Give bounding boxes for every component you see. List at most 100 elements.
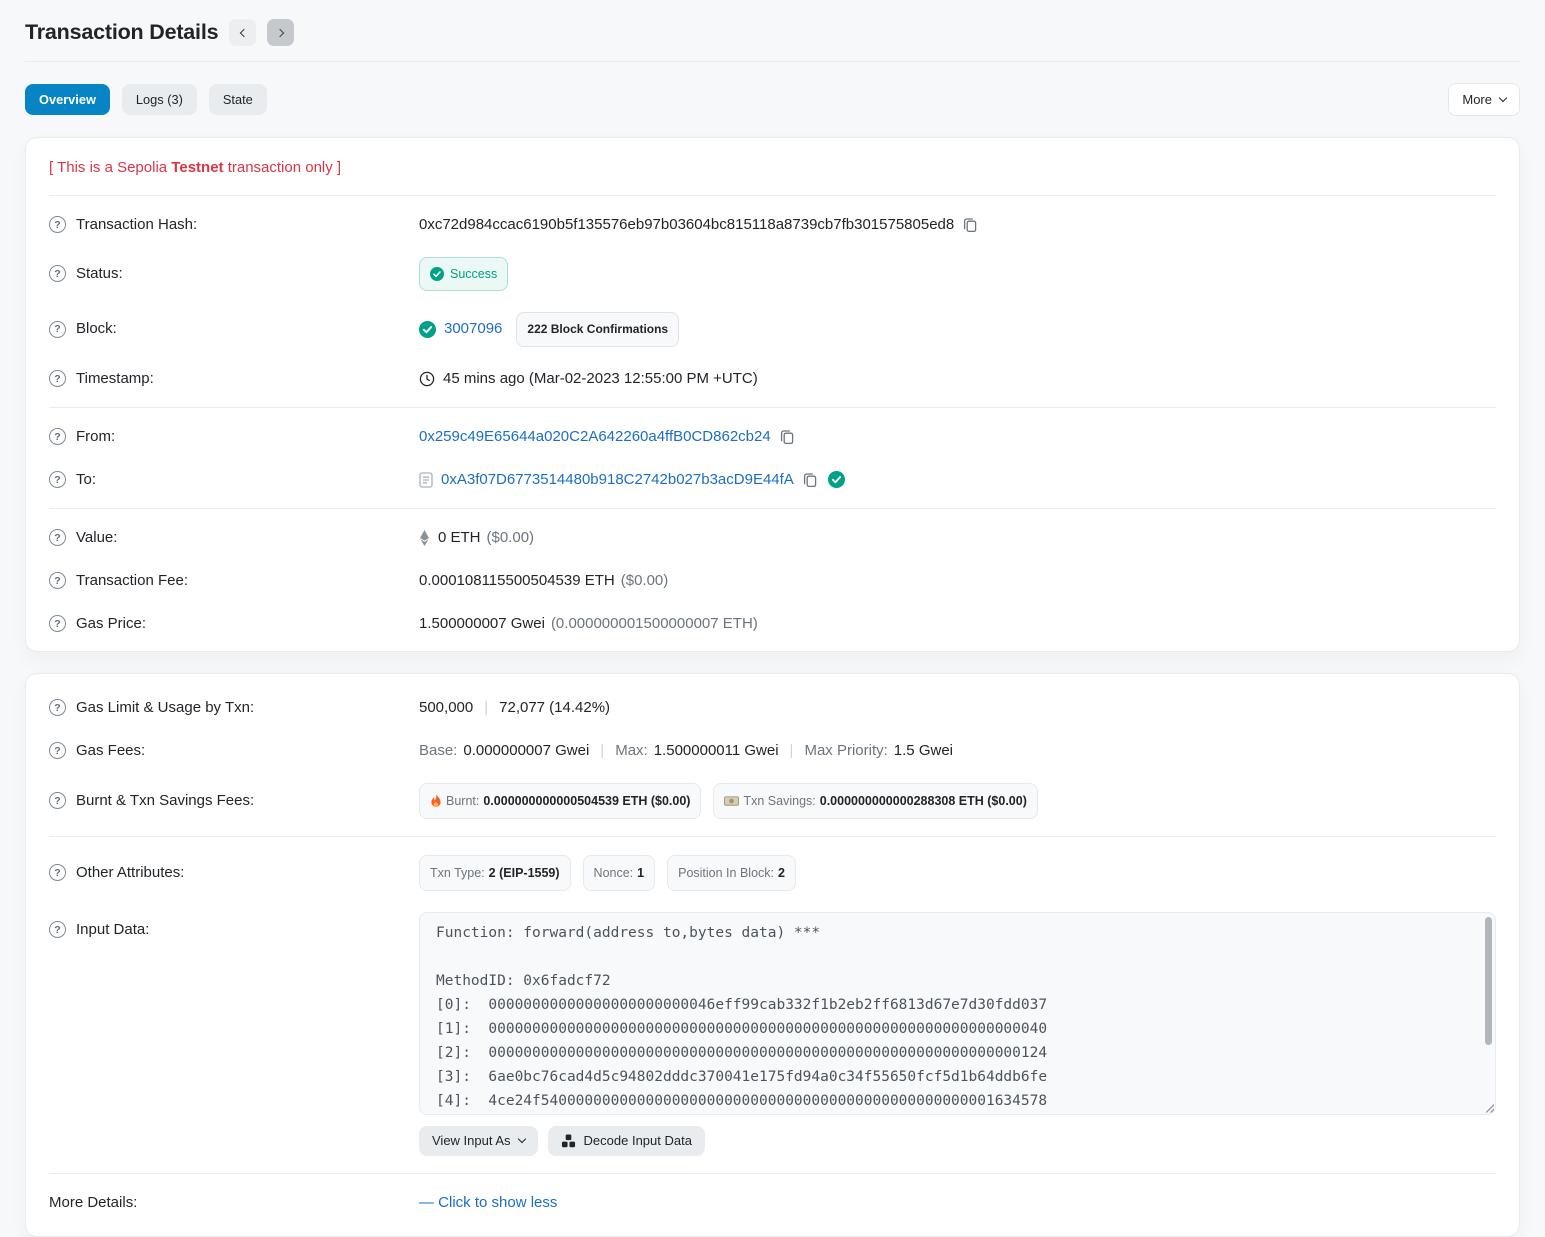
to-row: ? To: 0xA3f07D6773514480b918C2742b027b3a… <box>49 458 1496 501</box>
help-icon[interactable]: ? <box>49 265 66 282</box>
burnt-label: Burnt: <box>446 790 479 812</box>
value-row: ? Value: 0 ETH ($0.00) <box>49 516 1496 559</box>
divider <box>49 836 1496 837</box>
value-usd: ($0.00) <box>487 527 535 549</box>
view-input-as-label: View Input As <box>432 1133 511 1148</box>
gas-price-row: ? Gas Price: 1.500000007 Gwei (0.0000000… <box>49 602 1496 645</box>
show-less-link[interactable]: — Click to show less <box>419 1192 557 1214</box>
from-address-link[interactable]: 0x259c49E65644a020C2A642260a4ffB0CD862cb… <box>419 426 771 448</box>
input-data-content: Function: forward(address to,bytes data)… <box>420 913 1495 1115</box>
base-fee-value: 0.000000007 Gwei <box>463 740 589 762</box>
position-in-block-badge: Position In Block: 2 <box>667 855 796 891</box>
position-in-block-value: 2 <box>778 862 785 884</box>
copy-icon <box>802 472 818 488</box>
block-label: Block: <box>76 318 117 340</box>
block-row: ? Block: 3007096 222 Block Confirmations <box>49 301 1496 357</box>
tab-state[interactable]: State <box>209 84 267 115</box>
to-address-link[interactable]: 0xA3f07D6773514480b918C2742b027b3acD9E44… <box>441 469 794 491</box>
row-label: ? Value: <box>49 527 419 549</box>
timestamp-row: ? Timestamp: 45 mins ago (Mar-02-2023 12… <box>49 357 1496 400</box>
help-icon[interactable]: ? <box>49 615 66 632</box>
from-label: From: <box>76 426 115 448</box>
help-icon[interactable]: ? <box>49 529 66 546</box>
row-value: Success <box>419 257 1496 291</box>
previous-transaction-button[interactable] <box>229 19 256 46</box>
page: Transaction Details Overview Logs (3) St… <box>0 0 1545 1237</box>
row-label: ? Block: <box>49 318 419 340</box>
overview-card: [ This is a Sepolia Testnet transaction … <box>25 137 1520 652</box>
help-icon[interactable]: ? <box>49 471 66 488</box>
help-icon[interactable]: ? <box>49 370 66 387</box>
txn-savings-badge: Txn Savings: 0.000000000000288308 ETH ($… <box>713 783 1037 819</box>
help-icon[interactable]: ? <box>49 742 66 759</box>
divider <box>49 1173 1496 1174</box>
transaction-fee-row: ? Transaction Fee: 0.000108115500504539 … <box>49 559 1496 602</box>
decode-blocks-icon <box>561 1134 576 1148</box>
row-value: 500,000 | 72,077 (14.42%) <box>419 697 1496 719</box>
clock-icon <box>419 371 435 387</box>
chevron-left-icon <box>240 28 248 36</box>
gas-limit-value: 500,000 <box>419 697 473 719</box>
help-icon[interactable]: ? <box>49 792 66 809</box>
input-data-actions: View Input As Decode Input Data <box>419 1126 1496 1156</box>
tab-overview[interactable]: Overview <box>25 84 110 115</box>
transaction-fee-label: Transaction Fee: <box>76 570 188 592</box>
row-label: ? To: <box>49 469 419 491</box>
gas-usage-value: 72,077 (14.42%) <box>499 697 610 719</box>
input-data-box[interactable]: Function: forward(address to,bytes data)… <box>419 912 1496 1115</box>
divider <box>49 195 1496 196</box>
copy-from-button[interactable] <box>779 429 795 445</box>
testnet-warning: [ This is a Sepolia Testnet transaction … <box>49 144 1496 188</box>
help-icon[interactable]: ? <box>49 921 66 938</box>
block-link[interactable]: 3007096 <box>444 318 502 340</box>
help-icon[interactable]: ? <box>49 321 66 338</box>
block-finalized-check-icon <box>419 321 436 338</box>
max-priority-fee-label: Max Priority: <box>804 740 887 762</box>
copy-icon <box>962 217 978 233</box>
row-value: Base: 0.000000007 Gwei | Max: 1.50000001… <box>419 740 1496 762</box>
flame-icon <box>430 794 442 808</box>
row-value: 0 ETH ($0.00) <box>419 527 1496 549</box>
copy-icon <box>779 429 795 445</box>
gas-fees-label: Gas Fees: <box>76 740 145 762</box>
help-icon[interactable]: ? <box>49 572 66 589</box>
other-attributes-label: Other Attributes: <box>76 862 184 884</box>
row-label: ? Gas Fees: <box>49 740 419 762</box>
gas-limit-row: ? Gas Limit & Usage by Txn: 500,000 | 72… <box>49 686 1496 729</box>
input-data-scrollbar[interactable] <box>1485 917 1492 1045</box>
help-icon[interactable]: ? <box>49 216 66 233</box>
copy-to-button[interactable] <box>802 472 818 488</box>
row-label: ? Timestamp: <box>49 368 419 390</box>
max-fee-value: 1.500000011 Gwei <box>654 740 779 762</box>
gas-limit-label: Gas Limit & Usage by Txn: <box>76 697 254 719</box>
txn-savings-label: Txn Savings: <box>743 790 815 812</box>
gas-price-value: 1.500000007 Gwei <box>419 613 545 635</box>
transaction-hash-row: ? Transaction Hash: 0xc72d984ccac6190b5f… <box>49 203 1496 246</box>
testnet-warning-post: transaction only ] <box>224 159 342 176</box>
other-attributes-row: ? Other Attributes: Txn Type: 2 (EIP-155… <box>49 844 1496 901</box>
help-icon[interactable]: ? <box>49 864 66 881</box>
gas-price-eth: (0.000000001500000007 ETH) <box>551 613 758 635</box>
status-badge: Success <box>419 257 508 291</box>
more-button[interactable]: More <box>1448 83 1520 116</box>
block-confirmations-badge: 222 Block Confirmations <box>516 312 679 347</box>
help-icon[interactable]: ? <box>49 699 66 716</box>
chevron-down-icon <box>517 1134 525 1142</box>
next-transaction-button[interactable] <box>267 19 294 46</box>
row-value: 3007096 222 Block Confirmations <box>419 312 1496 347</box>
page-title: Transaction Details <box>25 20 218 45</box>
decode-input-data-button[interactable]: Decode Input Data <box>548 1126 705 1156</box>
tab-logs[interactable]: Logs (3) <box>122 84 197 115</box>
row-label: ? From: <box>49 426 419 448</box>
row-value: 1.500000007 Gwei (0.000000001500000007 E… <box>419 613 1496 635</box>
transaction-fee-value: 0.000108115500504539 ETH <box>419 570 615 592</box>
max-priority-fee-value: 1.5 Gwei <box>894 740 953 762</box>
row-value: 0x259c49E65644a020C2A642260a4ffB0CD862cb… <box>419 426 1496 448</box>
separator: | <box>790 740 794 762</box>
row-label: More Details: <box>49 1192 419 1214</box>
copy-hash-button[interactable] <box>962 217 978 233</box>
view-input-as-button[interactable]: View Input As <box>419 1126 538 1156</box>
status-row: ? Status: Success <box>49 246 1496 301</box>
help-icon[interactable]: ? <box>49 428 66 445</box>
transaction-fee-usd: ($0.00) <box>621 570 669 592</box>
